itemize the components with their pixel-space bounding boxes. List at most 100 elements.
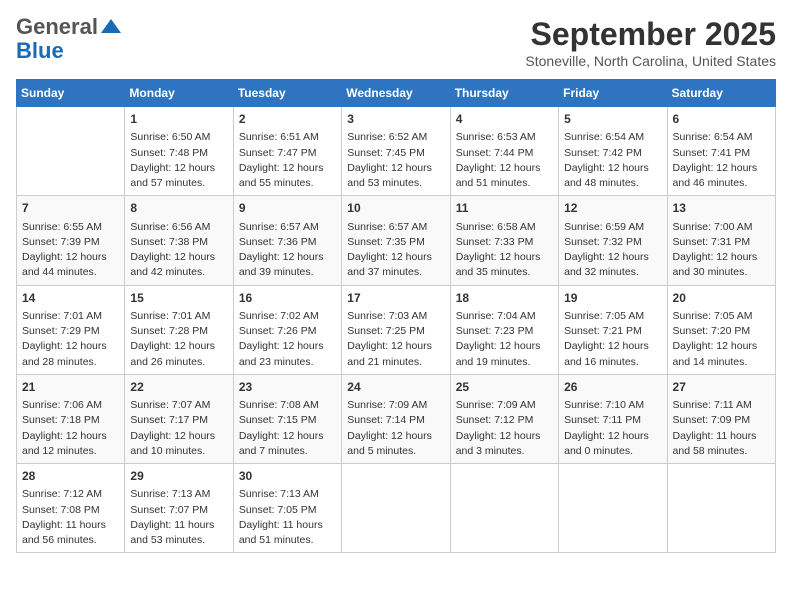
day-info-line: Daylight: 12 hours: [456, 250, 553, 265]
day-number: 22: [130, 379, 227, 396]
calendar-cell: 15Sunrise: 7:01 AMSunset: 7:28 PMDayligh…: [125, 285, 233, 374]
day-info-line: Sunset: 7:25 PM: [347, 324, 444, 339]
day-info-line: Sunset: 7:48 PM: [130, 146, 227, 161]
logo-triangle-icon: [101, 19, 121, 33]
day-info-line: Sunset: 7:32 PM: [564, 235, 661, 250]
day-info-line: Sunrise: 7:07 AM: [130, 398, 227, 413]
day-info-line: Sunset: 7:18 PM: [22, 413, 119, 428]
day-info-line: Sunset: 7:23 PM: [456, 324, 553, 339]
day-info-line: and 57 minutes.: [130, 176, 227, 191]
calendar-cell: 3Sunrise: 6:52 AMSunset: 7:45 PMDaylight…: [342, 107, 450, 196]
calendar-week-row: 1Sunrise: 6:50 AMSunset: 7:48 PMDaylight…: [17, 107, 776, 196]
day-info-line: Sunrise: 6:51 AM: [239, 130, 336, 145]
calendar-header-thursday: Thursday: [450, 80, 558, 107]
day-info-line: and 46 minutes.: [673, 176, 770, 191]
day-number: 29: [130, 468, 227, 485]
day-info-line: Sunset: 7:39 PM: [22, 235, 119, 250]
day-number: 23: [239, 379, 336, 396]
day-info-line: Daylight: 12 hours: [130, 429, 227, 444]
calendar-cell: 10Sunrise: 6:57 AMSunset: 7:35 PMDayligh…: [342, 196, 450, 285]
day-info-line: and 16 minutes.: [564, 355, 661, 370]
day-info-line: and 10 minutes.: [130, 444, 227, 459]
day-info-line: Sunset: 7:41 PM: [673, 146, 770, 161]
day-info-line: Daylight: 11 hours: [673, 429, 770, 444]
calendar-cell: 29 Sunrise: 7:13 AMSunset: 7:07 PMDayligh…: [125, 464, 233, 553]
calendar-header-monday: Monday: [125, 80, 233, 107]
day-info-line: Daylight: 12 hours: [564, 250, 661, 265]
calendar-cell: 9Sunrise: 6:57 AMSunset: 7:36 PMDaylight…: [233, 196, 341, 285]
calendar-cell: 8Sunrise: 6:56 AMSunset: 7:38 PMDaylight…: [125, 196, 233, 285]
day-info-line: Sunset: 7:08 PM: [22, 503, 119, 518]
day-info-line: Sunrise: 7:04 AM: [456, 309, 553, 324]
day-info-line: and 39 minutes.: [239, 265, 336, 280]
calendar-cell: 7Sunrise: 6:55 AMSunset: 7:39 PMDaylight…: [17, 196, 125, 285]
day-info-line: Sunrise: 6:57 AM: [239, 220, 336, 235]
day-number: 28: [22, 468, 119, 485]
calendar-cell: 17Sunrise: 7:03 AMSunset: 7:25 PMDayligh…: [342, 285, 450, 374]
day-info-line: Daylight: 12 hours: [239, 250, 336, 265]
day-info-line: Daylight: 12 hours: [564, 429, 661, 444]
day-info-line: Daylight: 12 hours: [347, 250, 444, 265]
day-number: 11: [456, 200, 553, 217]
day-info-line: Sunset: 7:20 PM: [673, 324, 770, 339]
day-info-line: Daylight: 12 hours: [130, 161, 227, 176]
day-info-line: Sunrise: 6:54 AM: [564, 130, 661, 145]
day-info-line: and 12 minutes.: [22, 444, 119, 459]
calendar-cell: 6Sunrise: 6:54 AMSunset: 7:41 PMDaylight…: [667, 107, 775, 196]
day-number: 17: [347, 290, 444, 307]
day-info-line: Sunset: 7:38 PM: [130, 235, 227, 250]
day-info-line: Sunrise: 7:11 AM: [673, 398, 770, 413]
calendar-header-row: SundayMondayTuesdayWednesdayThursdayFrid…: [17, 80, 776, 107]
day-number: 5: [564, 111, 661, 128]
day-info-line: Sunset: 7:11 PM: [564, 413, 661, 428]
day-info-line: Sunset: 7:15 PM: [239, 413, 336, 428]
day-info-line: Sunset: 7:14 PM: [347, 413, 444, 428]
day-number: 26: [564, 379, 661, 396]
day-info-line: Sunset: 7:05 PM: [239, 503, 336, 518]
day-info-line: Daylight: 12 hours: [239, 429, 336, 444]
day-number: 19: [564, 290, 661, 307]
day-info-line: Sunrise: 7:08 AM: [239, 398, 336, 413]
calendar-cell: 22Sunrise: 7:07 AMSunset: 7:17 PMDayligh…: [125, 374, 233, 463]
day-number: 3: [347, 111, 444, 128]
day-info-line: Sunrise: 7:01 AM: [22, 309, 119, 324]
day-info-line: and 19 minutes.: [456, 355, 553, 370]
calendar-week-row: 21Sunrise: 7:06 AMSunset: 7:18 PMDayligh…: [17, 374, 776, 463]
calendar-cell: 5Sunrise: 6:54 AMSunset: 7:42 PMDaylight…: [559, 107, 667, 196]
day-info-line: Sunrise: 7:12 AM: [22, 487, 119, 502]
day-info-line: Sunset: 7:33 PM: [456, 235, 553, 250]
day-number: 14: [22, 290, 119, 307]
calendar-table: SundayMondayTuesdayWednesdayThursdayFrid…: [16, 79, 776, 553]
day-info-line: and 48 minutes.: [564, 176, 661, 191]
day-number: 30: [239, 468, 336, 485]
day-info-line: Daylight: 12 hours: [130, 339, 227, 354]
day-info-line: Sunrise: 7:13 AM: [130, 487, 227, 502]
day-info-line: and 5 minutes.: [347, 444, 444, 459]
day-info-line: Sunset: 7:29 PM: [22, 324, 119, 339]
day-number: 9: [239, 200, 336, 217]
calendar-cell: 24Sunrise: 7:09 AMSunset: 7:14 PMDayligh…: [342, 374, 450, 463]
day-number: 18: [456, 290, 553, 307]
day-info-line: Sunset: 7:31 PM: [673, 235, 770, 250]
day-info-line: and 37 minutes.: [347, 265, 444, 280]
calendar-cell: [559, 464, 667, 553]
calendar-header-tuesday: Tuesday: [233, 80, 341, 107]
day-info-line: Daylight: 12 hours: [347, 161, 444, 176]
day-info-line: Daylight: 11 hours: [22, 518, 119, 533]
day-info-line: and 53 minutes.: [347, 176, 444, 191]
calendar-cell: 2Sunrise: 6:51 AMSunset: 7:47 PMDaylight…: [233, 107, 341, 196]
day-info-line: and 21 minutes.: [347, 355, 444, 370]
calendar-header-wednesday: Wednesday: [342, 80, 450, 107]
day-info-line: and 30 minutes.: [673, 265, 770, 280]
calendar-week-row: 14 Sunrise: 7:01 AMSunset: 7:29 PM Dayligh…: [17, 285, 776, 374]
calendar-cell: 19Sunrise: 7:05 AMSunset: 7:21 PMDayligh…: [559, 285, 667, 374]
calendar-cell: 1Sunrise: 6:50 AMSunset: 7:48 PMDaylight…: [125, 107, 233, 196]
day-info-line: Daylight: 11 hours: [130, 518, 227, 533]
location-title: Stoneville, North Carolina, United State…: [525, 53, 776, 69]
calendar-cell: 26Sunrise: 7:10 AMSunset: 7:11 PMDayligh…: [559, 374, 667, 463]
day-info-line: Sunrise: 7:09 AM: [347, 398, 444, 413]
calendar-cell: 18Sunrise: 7:04 AMSunset: 7:23 PMDayligh…: [450, 285, 558, 374]
day-info-line: and 35 minutes.: [456, 265, 553, 280]
day-info-line: Daylight: 12 hours: [347, 429, 444, 444]
day-info-line: Sunset: 7:07 PM: [130, 503, 227, 518]
